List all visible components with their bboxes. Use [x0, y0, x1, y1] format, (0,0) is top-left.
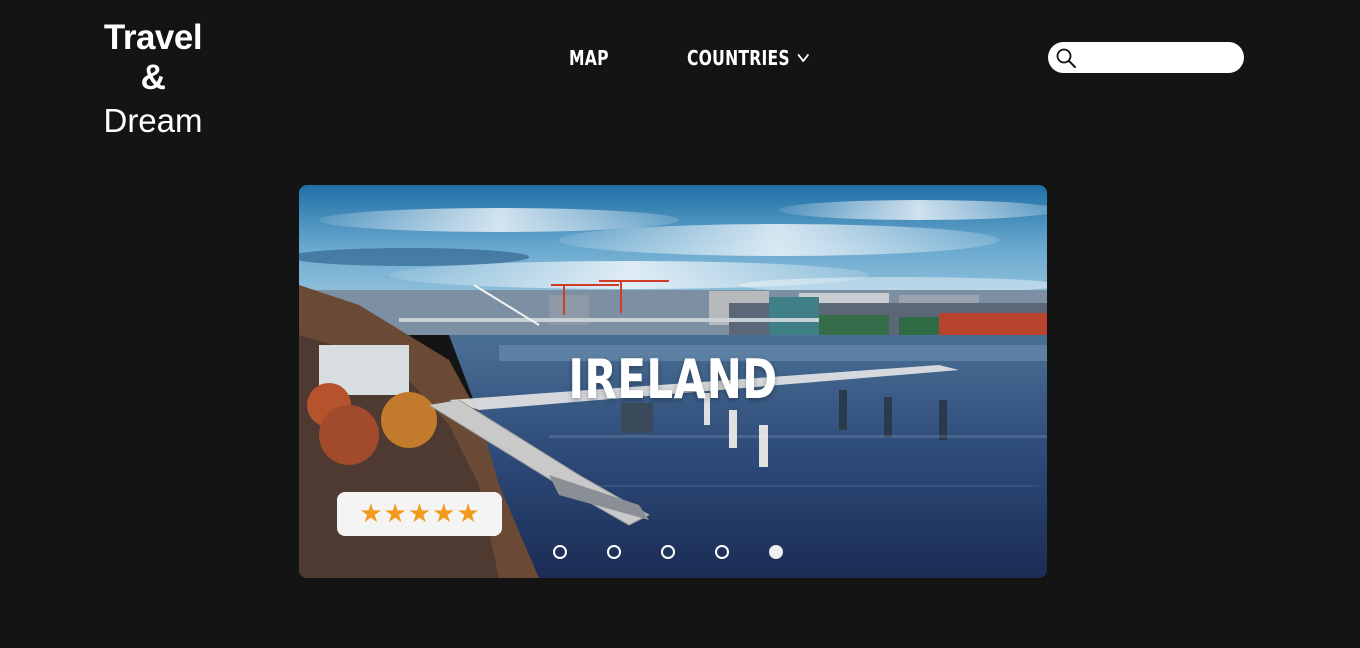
carousel-dot[interactable] [661, 545, 675, 559]
nav-item-countries-label: COUNTRIES [687, 46, 790, 70]
carousel-dot[interactable] [715, 545, 729, 559]
search-box [1048, 42, 1264, 73]
star-icon: ★ [456, 499, 480, 529]
star-icon: ★ [359, 499, 383, 529]
nav-item-map[interactable]: MAP [569, 44, 609, 72]
site-logo[interactable]: Travel & Dream [88, 18, 218, 144]
carousel-dot[interactable] [553, 545, 567, 559]
star-icon: ★ [432, 499, 456, 529]
carousel-dot[interactable] [607, 545, 621, 559]
carousel-pagination [553, 545, 793, 559]
chevron-down-icon [797, 53, 809, 63]
star-icon: ★ [383, 499, 407, 529]
rating-badge: ★ ★ ★ ★ ★ [337, 492, 502, 536]
nav-item-countries[interactable]: COUNTRIES [687, 44, 810, 72]
carousel-dot[interactable] [769, 545, 783, 559]
search-input[interactable] [1083, 42, 1264, 73]
search-icon[interactable] [1055, 47, 1077, 69]
nav-item-map-label: MAP [569, 46, 609, 70]
star-icon: ★ [407, 499, 432, 529]
hero-title: IRELAND [568, 348, 778, 411]
hero-carousel: IRELAND ★ ★ ★ ★ ★ [299, 185, 1047, 578]
logo-line-2: Dream [103, 102, 203, 139]
page: Travel & Dream MAP COUNTRIES IRELAND ★ ★… [0, 0, 1360, 648]
